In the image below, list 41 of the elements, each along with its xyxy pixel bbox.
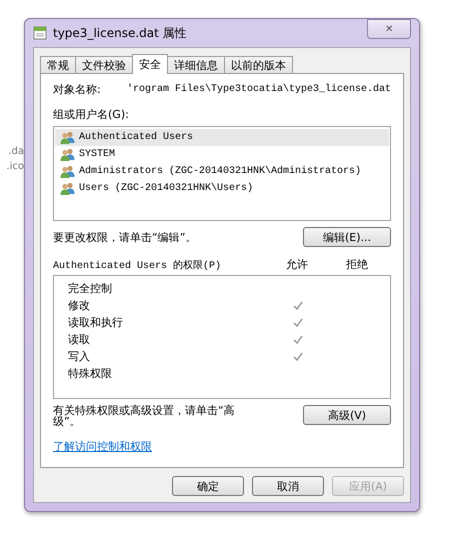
background-file-name: .ico <box>6 161 24 172</box>
edit-button[interactable]: 编辑(E)... <box>303 227 391 247</box>
user-item[interactable]: Authenticated Users <box>55 129 389 146</box>
window-title: type3_license.dat 属性 <box>53 24 188 42</box>
user-name: Users (ZGC-20140321HNK\Users) <box>79 183 254 194</box>
permission-name: 修改 <box>68 298 91 313</box>
tab[interactable]: 安全 <box>132 54 168 74</box>
user-item[interactable]: Administrators (ZGC-20140321HNK\Administrators) <box>55 163 389 180</box>
background-file-name: .da <box>8 146 24 157</box>
groups-label: 组或用户名(G): <box>53 107 130 122</box>
users-icon <box>60 182 76 195</box>
permission-name: 读取 <box>68 332 91 347</box>
user-name: Authenticated Users <box>79 132 194 143</box>
file-icon <box>33 26 47 40</box>
permission-name: 读取和执行 <box>68 315 124 330</box>
permission-name: 特殊权限 <box>68 366 113 381</box>
permissions-label: Authenticated Users 的权限(P) <box>53 258 222 272</box>
permission-name: 完全控制 <box>68 281 113 296</box>
edit-hint: 要更改权限，请单击“编辑”。 <box>53 230 196 244</box>
deny-header: 拒绝 <box>345 257 369 272</box>
help-link[interactable]: 了解访问控制和权限 <box>53 439 152 454</box>
allow-header: 允许 <box>285 257 309 272</box>
users-icon <box>60 165 76 178</box>
users-icon <box>60 131 76 144</box>
user-item[interactable]: SYSTEM <box>55 146 389 163</box>
user-name: Administrators (ZGC-20140321HNK\Administrators) <box>79 166 362 177</box>
advanced-hint: 有关特殊权限或高级设置，请单击“高级”。 <box>53 405 236 427</box>
user-name: SYSTEM <box>79 149 116 160</box>
tab[interactable]: 以前的版本 <box>224 56 293 74</box>
dialog-button[interactable]: 取消 <box>252 476 324 496</box>
tab[interactable]: 详细信息 <box>167 56 225 74</box>
permission-name: 写入 <box>68 349 91 364</box>
user-item[interactable]: Users (ZGC-20140321HNK\Users) <box>55 180 389 197</box>
tab[interactable]: 文件校验 <box>75 56 133 74</box>
close-button[interactable]: ✕ <box>367 19 411 39</box>
object-name-value: 'rogram Files\Type3tocatia\type3_license.dat <box>126 84 391 95</box>
advanced-button[interactable]: 高级(V) <box>303 405 391 425</box>
users-icon <box>60 148 76 161</box>
tab[interactable]: 常规 <box>40 56 76 74</box>
dialog-button[interactable]: 确定 <box>172 476 244 496</box>
object-name-label: 对象名称: <box>53 82 102 97</box>
